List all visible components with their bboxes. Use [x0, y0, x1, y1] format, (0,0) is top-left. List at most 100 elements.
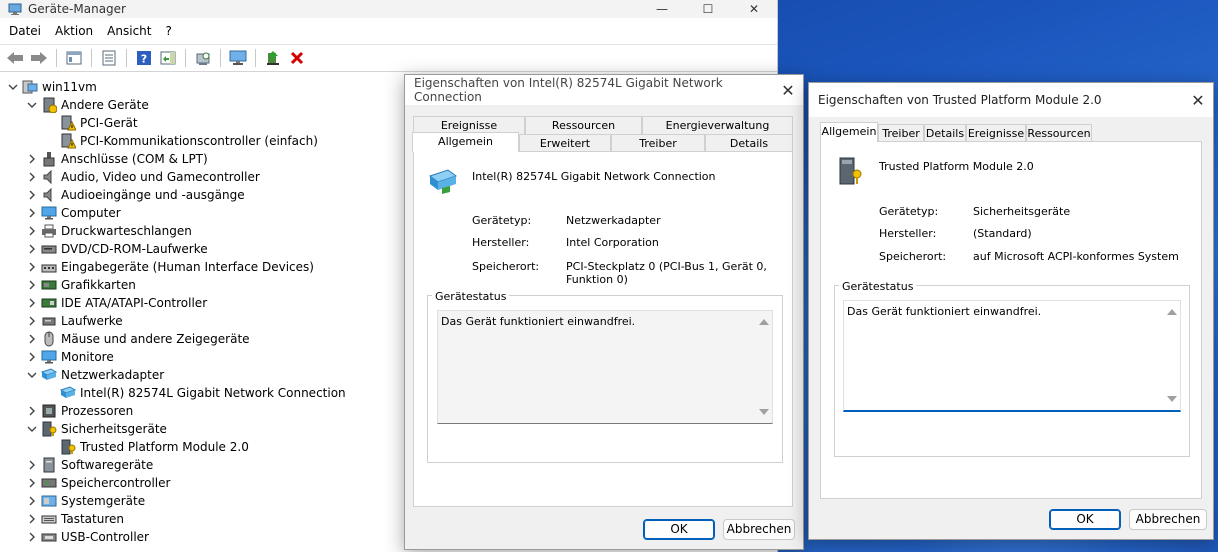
close-button[interactable]: ✕	[731, 0, 777, 18]
dialog-close-button[interactable]: ✕	[1183, 85, 1213, 115]
toolbar-separator	[220, 49, 221, 67]
chevron-right-icon[interactable]	[25, 458, 39, 472]
location-value-line1: PCI-Steckplatz 0 (PCI-Bus 1, Gerät 0,	[566, 260, 767, 273]
uninstall-device-button[interactable]	[286, 47, 308, 69]
status-scrollbar[interactable]	[756, 311, 772, 423]
chevron-right-icon[interactable]	[25, 494, 39, 508]
speaker-icon	[43, 187, 52, 203]
chevron-right-icon[interactable]	[25, 404, 39, 418]
menu-ansicht[interactable]: Ansicht	[100, 18, 158, 44]
chevron-right-icon[interactable]	[25, 350, 39, 364]
device-manager-icon	[8, 3, 22, 15]
minimize-button[interactable]: —	[639, 0, 685, 18]
chevron-right-icon[interactable]	[25, 512, 39, 526]
device-status-legend: Gerätestatus	[839, 281, 917, 293]
tree-item-label: Trusted Platform Module 2.0	[80, 440, 249, 454]
manufacturer-label: Hersteller:	[879, 227, 937, 240]
tree-item-label: Audio, Video und Gamecontroller	[61, 170, 260, 184]
device-type-value: Netzwerkadapter	[566, 214, 661, 227]
cancel-button[interactable]: Abbrechen	[1129, 509, 1207, 530]
maximize-button[interactable]: ☐	[685, 0, 731, 18]
status-scrollbar[interactable]	[1164, 301, 1180, 410]
chevron-right-icon[interactable]	[25, 530, 39, 544]
menu-help[interactable]: ?	[158, 18, 178, 44]
chevron-right-icon[interactable]	[25, 188, 39, 202]
tab-ereignisse[interactable]: Ereignisse	[966, 124, 1026, 142]
chevron-right-icon[interactable]	[25, 476, 39, 490]
scroll-up-icon[interactable]	[1167, 309, 1177, 315]
tree-item-label: win11vm	[42, 80, 97, 94]
device-status-textbox[interactable]: Das Gerät funktioniert einwandfrei.	[437, 310, 773, 424]
tab-ressourcen[interactable]: Ressourcen	[1026, 124, 1092, 142]
chevron-right-icon[interactable]	[25, 224, 39, 238]
chevron-down-icon[interactable]	[25, 422, 39, 436]
device-manager-titlebar[interactable]: Geräte-Manager — ☐ ✕	[0, 0, 777, 18]
manufacturer-value: Intel Corporation	[566, 236, 659, 249]
chevron-down-icon[interactable]	[25, 98, 39, 112]
chevron-right-icon[interactable]	[25, 332, 39, 346]
tree-item-label: Audioeingänge und -ausgänge	[61, 188, 245, 202]
tree-item-label: PCI-Gerät	[80, 116, 138, 130]
ok-button[interactable]: OK	[1049, 509, 1121, 530]
device-status-textbox[interactable]: Das Gerät funktioniert einwandfrei.	[843, 300, 1181, 412]
update-driver-button[interactable]	[262, 47, 284, 69]
menu-datei[interactable]: Datei	[2, 18, 48, 44]
toolbar-separator	[91, 49, 92, 67]
menu-aktion[interactable]: Aktion	[48, 18, 100, 44]
tree-item-label: Speichercontroller	[61, 476, 171, 490]
toolbar-separator	[56, 49, 57, 67]
monitor-button[interactable]	[227, 47, 249, 69]
chevron-right-icon[interactable]	[25, 152, 39, 166]
chevron-right-icon[interactable]	[25, 278, 39, 292]
tab-treiber[interactable]: Treiber	[611, 134, 705, 152]
chevron-right-icon[interactable]	[25, 242, 39, 256]
tab-ressourcen[interactable]: Ressourcen	[525, 116, 642, 134]
tree-item-label: Andere Geräte	[61, 98, 149, 112]
tab-details[interactable]: Details	[705, 134, 793, 152]
show-hide-console-tree-button[interactable]	[63, 47, 85, 69]
scan-hardware-button[interactable]	[192, 47, 214, 69]
chevron-right-icon[interactable]	[25, 260, 39, 274]
chevron-right-icon[interactable]	[25, 206, 39, 220]
scroll-down-icon[interactable]	[759, 409, 769, 415]
scroll-down-icon[interactable]	[1167, 396, 1177, 402]
dialog-titlebar[interactable]: Eigenschaften von Intel(R) 82574L Gigabi…	[405, 75, 803, 105]
tab-erweitert[interactable]: Erweitert	[519, 134, 611, 152]
chevron-right-icon[interactable]	[25, 314, 39, 328]
svg-text:?: ?	[141, 53, 147, 66]
properties-button[interactable]	[98, 47, 120, 69]
dialog-close-button[interactable]: ✕	[773, 75, 803, 105]
tree-item-label: Prozessoren	[61, 404, 134, 418]
manufacturer-label: Hersteller:	[472, 236, 530, 249]
device-status-legend: Gerätestatus	[432, 291, 510, 303]
tree-item-label: Netzwerkadapter	[61, 368, 165, 382]
back-button[interactable]	[4, 47, 26, 69]
chevron-down-icon[interactable]	[25, 368, 39, 382]
tab-details[interactable]: Details	[924, 124, 966, 142]
ok-button[interactable]: OK	[643, 519, 715, 540]
scroll-up-icon[interactable]	[759, 319, 769, 325]
cancel-button[interactable]: Abbrechen	[723, 519, 795, 540]
tree-item-label: Softwaregeräte	[61, 458, 154, 472]
tab-energieverwaltung[interactable]: Energieverwaltung	[642, 116, 793, 134]
chevron-down-icon[interactable]	[6, 80, 20, 94]
device-type-value: Sicherheitsgeräte	[973, 205, 1071, 218]
speaker-icon	[43, 169, 52, 185]
tab-allgemein[interactable]: Allgemein	[412, 132, 519, 152]
forward-button[interactable]	[28, 47, 50, 69]
tree-item-label: IDE ATA/ATAPI-Controller	[61, 296, 208, 310]
tab-treiber[interactable]: Treiber	[878, 124, 924, 142]
chevron-right-icon[interactable]	[25, 170, 39, 184]
action-pane-button[interactable]	[157, 47, 179, 69]
help-button[interactable]: ?	[133, 47, 155, 69]
chevron-right-icon[interactable]	[25, 296, 39, 310]
monitor-icon	[229, 50, 247, 65]
dialog-titlebar[interactable]: Eigenschaften von Trusted Platform Modul…	[809, 83, 1213, 117]
tree-item-label: Systemgeräte	[61, 494, 146, 508]
computer-icon	[22, 80, 38, 94]
tab-allgemein[interactable]: Allgemein	[820, 122, 878, 142]
software-device-icon	[43, 457, 55, 473]
